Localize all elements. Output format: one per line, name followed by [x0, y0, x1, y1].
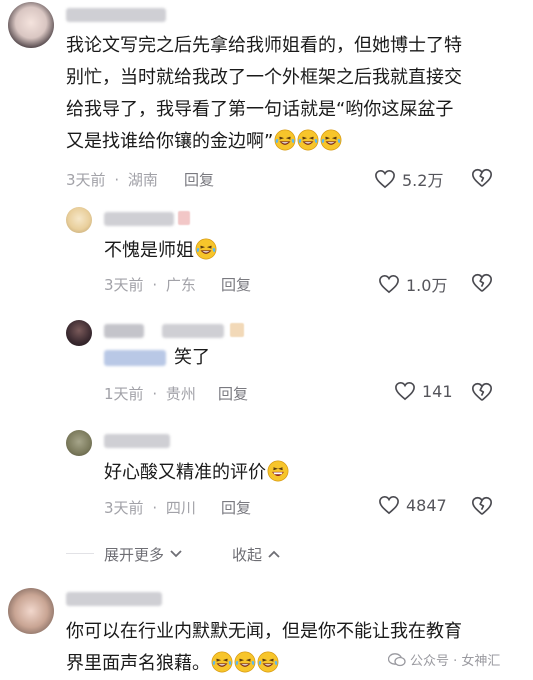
like-count: 1.0万 — [406, 276, 448, 295]
comment-text: 你可以在行业内默默无闻，但是你不能让我在教育 界里面声名狼藉。 — [66, 621, 462, 674]
reply-button[interactable]: 回复 — [218, 383, 248, 404]
badge-icon — [230, 323, 244, 337]
heart-icon — [375, 169, 395, 189]
dislike-icon[interactable] — [471, 272, 493, 294]
laugh-cry-emoji — [234, 651, 256, 673]
reply-text: 笑了 — [174, 347, 210, 368]
like-button[interactable]: 4847 — [378, 495, 447, 515]
dislike-icon[interactable] — [471, 381, 493, 403]
wechat-icon — [388, 652, 406, 666]
reply-meta: 3天前 · 广东 — [104, 276, 196, 294]
reply-button[interactable]: 回复 — [221, 497, 251, 518]
username-blurred[interactable] — [104, 212, 174, 226]
mention-blurred — [104, 350, 166, 366]
heart-icon — [395, 381, 415, 401]
badge-icon — [178, 211, 190, 225]
divider — [66, 553, 94, 554]
comment-meta: 3天前 · 湖南 — [66, 171, 158, 189]
reply-time: 1天前 — [104, 385, 144, 403]
avatar[interactable] — [8, 2, 54, 48]
laugh-cry-emoji — [297, 129, 319, 151]
username-blurred[interactable] — [162, 324, 224, 338]
grin-emoji — [267, 460, 289, 482]
like-count: 5.2万 — [402, 171, 444, 190]
avatar[interactable] — [66, 430, 92, 456]
dislike-icon[interactable] — [471, 167, 493, 189]
reply-meta: 3天前 · 四川 — [104, 499, 196, 517]
expand-more-button[interactable]: 展开更多 — [104, 544, 183, 565]
username-blurred[interactable] — [66, 592, 162, 606]
laugh-cry-emoji — [320, 129, 342, 151]
reply-time: 3天前 — [104, 276, 144, 294]
heart-icon — [379, 274, 399, 294]
chevron-up-icon — [268, 550, 280, 558]
comment-time: 3天前 — [66, 171, 106, 189]
collapse-button[interactable]: 收起 — [232, 544, 281, 565]
reply-location: 四川 — [165, 499, 196, 517]
comment-text: 我论文写完之后先拿给我师姐看的，但她博士了特 别忙，当时就给我改了一个外框架之后… — [66, 35, 462, 152]
avatar[interactable] — [66, 207, 92, 233]
reply-button[interactable]: 回复 — [184, 169, 214, 190]
username-blurred[interactable] — [104, 324, 144, 338]
like-button[interactable]: 1.0万 — [378, 272, 447, 296]
reply-text: 不愧是师姐 — [104, 235, 217, 267]
reply-location: 广东 — [165, 276, 196, 294]
laugh-cry-emoji — [257, 651, 279, 673]
like-count: 141 — [422, 381, 453, 401]
avatar[interactable] — [8, 588, 54, 634]
dislike-icon[interactable] — [471, 495, 493, 517]
avatar[interactable] — [66, 320, 92, 346]
watermark: 公众号 · 女神汇 — [388, 650, 500, 669]
laugh-cry-emoji — [195, 238, 217, 260]
like-button[interactable]: 141 — [394, 381, 453, 401]
laugh-cry-emoji — [274, 129, 296, 151]
reply-button[interactable]: 回复 — [221, 274, 251, 295]
like-count: 4847 — [406, 495, 447, 515]
username-blurred[interactable] — [104, 434, 170, 448]
laugh-cry-emoji — [211, 651, 233, 673]
reply-text: 好心酸又精准的评价 — [104, 457, 289, 489]
reply-time: 3天前 — [104, 499, 144, 517]
reply-location: 贵州 — [165, 385, 196, 403]
reply-meta: 1天前 · 贵州 — [104, 385, 196, 403]
heart-icon — [379, 495, 399, 515]
username-blurred[interactable] — [66, 8, 166, 22]
comment-location: 湖南 — [127, 171, 158, 189]
like-button[interactable]: 5.2万 — [374, 167, 443, 191]
chevron-down-icon — [170, 550, 182, 558]
